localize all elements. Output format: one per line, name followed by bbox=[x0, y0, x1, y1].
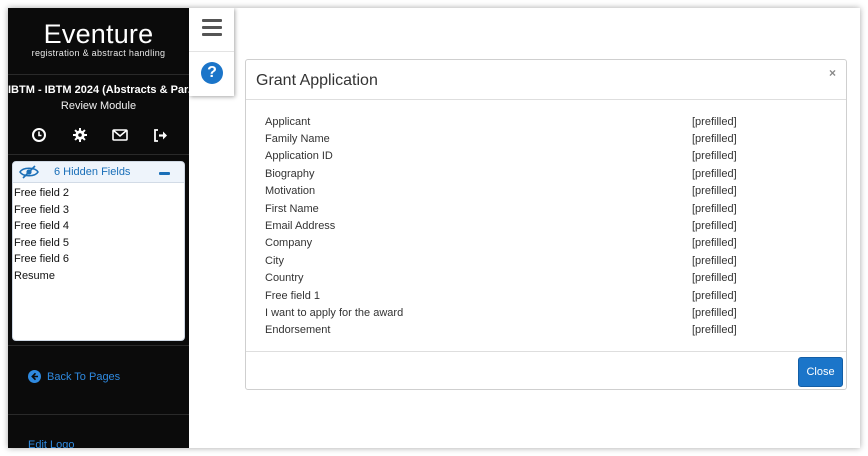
list-item[interactable]: Resume bbox=[13, 268, 184, 285]
minus-icon[interactable] bbox=[159, 172, 170, 175]
field-value: [prefilled] bbox=[692, 237, 737, 250]
modal-footer-divider bbox=[246, 351, 846, 352]
back-to-pages-link[interactable]: Back To Pages bbox=[28, 370, 120, 383]
modal-header: Grant Application × bbox=[246, 60, 846, 100]
field-value: [prefilled] bbox=[692, 185, 737, 198]
nav-divider bbox=[189, 51, 234, 52]
event-title: IBTM - IBTM 2024 (Abstracts & Par... bbox=[8, 84, 189, 96]
help-icon[interactable]: ? bbox=[201, 62, 223, 84]
field-value: [prefilled] bbox=[692, 133, 737, 146]
hidden-fields-list: Free field 2 Free field 3 Free field 4 F… bbox=[13, 183, 184, 285]
floating-nav: ? bbox=[189, 8, 234, 96]
table-row: Email Address [prefilled] bbox=[265, 217, 765, 234]
sidebar-toolbar bbox=[30, 126, 170, 144]
sidebar-divider bbox=[8, 345, 189, 346]
table-row: Applicant [prefilled] bbox=[265, 113, 765, 130]
table-row: Endorsement [prefilled] bbox=[265, 322, 765, 339]
table-row: Family Name [prefilled] bbox=[265, 130, 765, 147]
field-value: [prefilled] bbox=[692, 150, 737, 163]
close-button[interactable]: Close bbox=[798, 357, 843, 387]
field-name: Motivation bbox=[265, 185, 316, 198]
list-item[interactable]: Free field 4 bbox=[13, 218, 184, 235]
field-name: Free field 1 bbox=[265, 289, 321, 302]
field-value: [prefilled] bbox=[692, 272, 737, 285]
close-icon[interactable]: × bbox=[829, 66, 836, 80]
field-name: Applicant bbox=[265, 115, 311, 128]
sidebar-divider bbox=[8, 414, 189, 415]
hidden-fields-header[interactable]: 6 Hidden Fields bbox=[13, 162, 184, 183]
field-name: I want to apply for the award bbox=[265, 306, 404, 319]
logo: Eventure registration & abstract handlin… bbox=[8, 20, 189, 58]
field-name: Biography bbox=[265, 167, 315, 180]
grant-application-modal: Grant Application × Applicant [prefilled]… bbox=[245, 59, 847, 390]
table-row: I want to apply for the award [prefilled] bbox=[265, 304, 765, 321]
envelope-icon[interactable] bbox=[111, 126, 129, 144]
field-value: [prefilled] bbox=[692, 167, 737, 180]
hidden-fields-panel: 6 Hidden Fields Free field 2 Free field … bbox=[12, 161, 185, 341]
field-name: Email Address bbox=[265, 220, 336, 233]
gear-icon[interactable] bbox=[71, 126, 89, 144]
sidebar-divider bbox=[8, 74, 189, 75]
field-name: First Name bbox=[265, 202, 319, 215]
field-name: Company bbox=[265, 237, 313, 250]
back-to-pages-label: Back To Pages bbox=[47, 370, 121, 383]
arrow-circle-left-icon bbox=[28, 370, 41, 383]
field-name: Family Name bbox=[265, 133, 330, 146]
modal-title: Grant Application bbox=[256, 72, 378, 89]
field-name: Endorsement bbox=[265, 324, 331, 337]
table-row: Biography [prefilled] bbox=[265, 165, 765, 182]
field-name: City bbox=[265, 254, 284, 267]
hamburger-menu-icon[interactable] bbox=[202, 19, 222, 36]
field-list: Applicant [prefilled] Family Name [prefill… bbox=[265, 113, 765, 339]
sidebar-divider bbox=[8, 154, 189, 155]
table-row: Country [prefilled] bbox=[265, 270, 765, 287]
sidebar: Eventure registration & abstract handlin… bbox=[8, 8, 189, 448]
table-row: Company [prefilled] bbox=[265, 235, 765, 252]
field-value: [prefilled] bbox=[692, 254, 737, 267]
field-value: [prefilled] bbox=[692, 289, 737, 302]
field-value: [prefilled] bbox=[692, 324, 737, 337]
eye-slash-icon bbox=[19, 165, 39, 184]
field-value: [prefilled] bbox=[692, 306, 737, 319]
list-item[interactable]: Free field 2 bbox=[13, 185, 184, 202]
field-name: Country bbox=[265, 272, 304, 285]
clock-icon[interactable] bbox=[30, 126, 48, 144]
field-value: [prefilled] bbox=[692, 220, 737, 233]
table-row: First Name [prefilled] bbox=[265, 200, 765, 217]
table-row: Application ID [prefilled] bbox=[265, 148, 765, 165]
edit-logo-link[interactable]: Edit Logo bbox=[28, 439, 74, 448]
module-name: Review Module bbox=[60, 100, 137, 112]
field-value: [prefilled] bbox=[692, 115, 737, 128]
sign-out-icon[interactable] bbox=[152, 126, 170, 144]
table-row: City [prefilled] bbox=[265, 252, 765, 269]
list-item[interactable]: Free field 3 bbox=[13, 202, 184, 219]
table-row: Motivation [prefilled] bbox=[265, 183, 765, 200]
field-value: [prefilled] bbox=[692, 202, 737, 215]
app-window: Eventure registration & abstract handlin… bbox=[8, 8, 860, 448]
list-item[interactable]: Free field 5 bbox=[13, 235, 184, 252]
field-name: Application ID bbox=[265, 150, 333, 163]
table-row: Free field 1 [prefilled] bbox=[265, 287, 765, 304]
hidden-fields-title: 6 Hidden Fields bbox=[54, 166, 131, 178]
logo-tagline: registration & abstract handling bbox=[31, 48, 166, 58]
logo-wordmark: Eventure bbox=[43, 19, 154, 49]
list-item[interactable]: Free field 6 bbox=[13, 251, 184, 268]
